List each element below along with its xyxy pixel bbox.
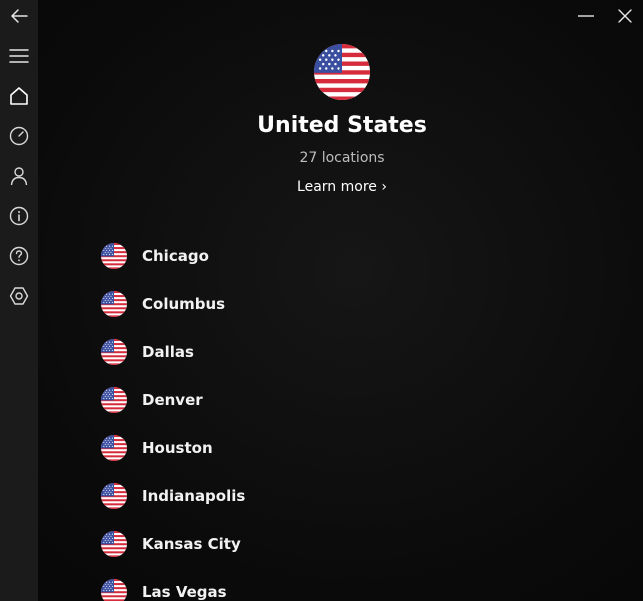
nav-settings[interactable] [0,280,38,312]
settings-hexagon-icon [9,287,29,305]
us-flag-icon [101,291,127,317]
location-name: Denver [142,391,203,409]
us-flag-icon [101,579,127,601]
location-name: Kansas City [142,535,241,553]
location-name: Chicago [142,247,209,265]
arrow-left-icon [11,9,28,23]
question-icon [9,246,29,266]
sidebar [0,0,38,601]
minimize-button[interactable] [571,4,601,28]
location-name: Columbus [142,295,226,313]
locations-count: 27 locations [299,150,385,166]
location-item-chicago[interactable]: Chicago [100,232,520,280]
nav-info[interactable] [0,200,38,232]
info-icon [9,206,29,226]
location-name: Dallas [142,343,194,361]
app-window: United States 27 locations Learn more › … [0,0,643,601]
us-flag-icon [314,44,370,100]
location-item-kansas-city[interactable]: Kansas City [100,520,520,568]
user-icon [10,167,28,186]
minimize-icon [578,15,594,17]
location-item-houston[interactable]: Houston [100,424,520,472]
back-button[interactable] [0,0,38,32]
location-name: Indianapolis [142,487,246,505]
menu-button[interactable] [0,40,38,72]
location-name: Las Vegas [142,583,227,601]
hamburger-menu-icon [9,49,29,63]
speedometer-icon [9,126,29,146]
nav-account[interactable] [0,160,38,192]
close-icon [618,9,632,23]
location-item-denver[interactable]: Denver [100,376,520,424]
us-flag-icon [101,387,127,413]
learn-more-link[interactable]: Learn more › [200,179,484,195]
us-flag-icon [101,531,127,557]
close-button[interactable] [610,4,640,28]
location-list: Chicago Columbus Dallas Denver Houston I… [100,232,520,601]
home-icon [10,87,28,105]
nav-help[interactable] [0,240,38,272]
us-flag-icon [101,483,127,509]
location-item-dallas[interactable]: Dallas [100,328,520,376]
nav-speed[interactable] [0,120,38,152]
us-flag-icon [101,243,127,269]
location-item-indianapolis[interactable]: Indianapolis [100,472,520,520]
location-item-las-vegas[interactable]: Las Vegas [100,568,520,601]
page-title: United States [257,113,427,138]
us-flag-icon [101,435,127,461]
nav-home[interactable] [0,80,38,112]
location-item-columbus[interactable]: Columbus [100,280,520,328]
location-name: Houston [142,439,213,457]
us-flag-icon [101,339,127,365]
